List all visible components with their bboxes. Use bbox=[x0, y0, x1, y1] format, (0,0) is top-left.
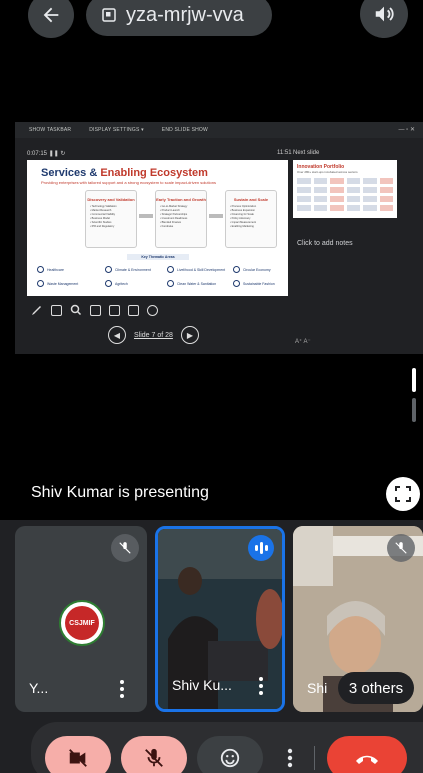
participant-name: Y... bbox=[29, 680, 49, 696]
presenter-toolbar: SHOW TASKBAR DISPLAY SETTINGS ▾ END SLID… bbox=[15, 122, 423, 138]
page-indicator bbox=[412, 398, 416, 422]
more-options-icon[interactable] bbox=[147, 304, 158, 316]
end-call-button[interactable] bbox=[327, 736, 407, 773]
pen-icon[interactable] bbox=[31, 304, 43, 316]
end-call-icon bbox=[356, 755, 378, 764]
area-item: Circular Economy bbox=[233, 266, 271, 273]
arrow-connector bbox=[139, 214, 153, 218]
area-item: Livelihood & Skill Development bbox=[167, 266, 225, 273]
meeting-info-icon bbox=[102, 8, 116, 22]
arrow-left-icon bbox=[43, 7, 59, 23]
area-item: Waste Management bbox=[37, 280, 78, 287]
area-item: Climate & Environment bbox=[105, 266, 151, 273]
end-slide-show-button[interactable]: END SLIDE SHOW bbox=[162, 127, 208, 133]
area-item: Healthcare bbox=[37, 266, 64, 273]
zoom-controls-icon[interactable]: A⁺ A⁻ bbox=[295, 338, 311, 345]
organization-logo: CSJMIF bbox=[59, 600, 105, 646]
thumb-subtitle: Over 280+ start-ups incubated across sec… bbox=[297, 170, 358, 174]
magnifier-icon[interactable] bbox=[70, 304, 82, 316]
card-lines: • Go-to-Market Strategy • Product Launch… bbox=[160, 205, 188, 228]
participant-name: Shi bbox=[307, 680, 328, 696]
top-bar: yza-mrjw-vva bbox=[0, 0, 423, 46]
mic-off-icon bbox=[145, 748, 163, 767]
next-slide-thumbnail: Innovation Portfolio Over 280+ start-ups… bbox=[293, 160, 397, 218]
more-vert-icon[interactable] bbox=[119, 680, 125, 698]
emoji-icon bbox=[220, 748, 240, 768]
back-button[interactable] bbox=[28, 0, 74, 38]
presenter-timer: 0:07:15 ❚❚ ↻ bbox=[27, 151, 66, 157]
mic-off-icon bbox=[395, 542, 407, 554]
meeting-code-button[interactable]: yza-mrjw-vva bbox=[86, 0, 272, 36]
area-label: Circular Economy bbox=[243, 267, 271, 272]
show-taskbar-button[interactable]: SHOW TASKBAR bbox=[29, 127, 71, 133]
muted-badge bbox=[387, 534, 415, 562]
camera-toggle-button[interactable] bbox=[45, 736, 111, 773]
more-vert-icon bbox=[287, 748, 293, 768]
slide-card: Discovery and Validation • Technology Va… bbox=[85, 190, 137, 248]
slide-title: Services & Enabling Ecosystem bbox=[41, 167, 208, 179]
display-settings-button[interactable]: DISPLAY SETTINGS ▾ bbox=[89, 127, 144, 133]
logo-text: CSJMIF bbox=[65, 606, 99, 640]
next-slide-button[interactable]: ▶ bbox=[180, 326, 199, 344]
area-item: Sustainable Fashion bbox=[233, 280, 275, 287]
slide-title-part1: Services & bbox=[41, 167, 101, 179]
area-item: Clean Water & Sanitation bbox=[167, 280, 216, 287]
arrow-connector bbox=[209, 214, 223, 218]
presenting-label: Shiv Kumar is presenting bbox=[31, 484, 209, 501]
page-indicator-active bbox=[412, 368, 416, 392]
participant-tile[interactable]: Shiv Ku... bbox=[155, 526, 285, 712]
area-label: Livelihood & Skill Development bbox=[177, 267, 226, 272]
area-label: Healthcare bbox=[47, 267, 64, 272]
speaker-notes[interactable]: Click to add notes bbox=[297, 240, 353, 247]
speaking-indicator-icon bbox=[248, 535, 274, 561]
area-label: Sustainable Fashion bbox=[243, 281, 275, 286]
black-screen-icon[interactable] bbox=[109, 304, 120, 316]
timer-value: 0:07:15 bbox=[27, 151, 48, 157]
more-vert-icon[interactable] bbox=[258, 677, 264, 695]
slide-card: Sustain and Scale • Process Optimization… bbox=[225, 190, 277, 248]
participant-name: Shiv Ku... bbox=[172, 677, 232, 693]
card-title: Discovery and Validation bbox=[87, 197, 135, 202]
window-controls: — ▫ ✕ bbox=[398, 127, 416, 133]
card-lines: • Technology Validation • Market Researc… bbox=[90, 205, 117, 228]
card-title: Early Traction and Growth bbox=[156, 197, 206, 202]
meeting-code: yza-mrjw-vva bbox=[126, 3, 244, 26]
mic-off-icon bbox=[119, 542, 131, 554]
area-item: Agritech bbox=[105, 280, 128, 287]
shared-screen[interactable]: SHOW TASKBAR DISPLAY SETTINGS ▾ END SLID… bbox=[15, 122, 423, 354]
slide-counter[interactable]: Slide 7 of 28 bbox=[134, 332, 173, 339]
pointer-icon[interactable] bbox=[90, 304, 101, 316]
participant-tile[interactable]: CSJMIF Y... bbox=[15, 526, 147, 712]
previous-slide-button[interactable]: ◀ bbox=[108, 326, 126, 344]
current-slide: Services & Enabling Ecosystem Providing … bbox=[27, 160, 288, 296]
card-title: Sustain and Scale bbox=[233, 197, 269, 202]
presenter-tools bbox=[31, 304, 158, 316]
slide-navigation: ◀ Slide 7 of 28 ▶ bbox=[108, 326, 199, 344]
area-label: Agritech bbox=[115, 281, 128, 286]
subtitles-icon[interactable] bbox=[128, 304, 139, 316]
clock: 11:51 bbox=[277, 150, 292, 156]
slide-subtitle: Providing enterprises with tailored supp… bbox=[41, 180, 216, 185]
reactions-button[interactable] bbox=[197, 736, 263, 773]
others-button[interactable]: 3 others bbox=[338, 672, 414, 704]
more-options-button[interactable] bbox=[270, 736, 310, 773]
grid-view-icon[interactable] bbox=[51, 304, 62, 316]
fullscreen-button[interactable] bbox=[386, 477, 420, 511]
slide-title-part2: Enabling Ecosystem bbox=[100, 167, 208, 179]
next-slide-label: Next slide bbox=[293, 150, 320, 156]
audio-output-button[interactable] bbox=[360, 0, 408, 38]
fullscreen-icon bbox=[395, 486, 411, 502]
muted-badge bbox=[111, 534, 139, 562]
slide-card: Early Traction and Growth • Go-to-Market… bbox=[155, 190, 207, 248]
area-label: Climate & Environment bbox=[115, 267, 151, 272]
mic-toggle-button[interactable] bbox=[121, 736, 187, 773]
logo-grid bbox=[297, 178, 393, 211]
area-label: Waste Management bbox=[47, 281, 79, 286]
divider bbox=[314, 746, 315, 770]
speaker-icon bbox=[375, 6, 394, 22]
camera-off-icon bbox=[69, 749, 87, 767]
card-lines: • Process Optimization • Business Expans… bbox=[230, 205, 257, 228]
area-label: Clean Water & Sanitation bbox=[177, 281, 217, 286]
thematic-areas-label: Key Thematic Areas bbox=[127, 254, 189, 260]
